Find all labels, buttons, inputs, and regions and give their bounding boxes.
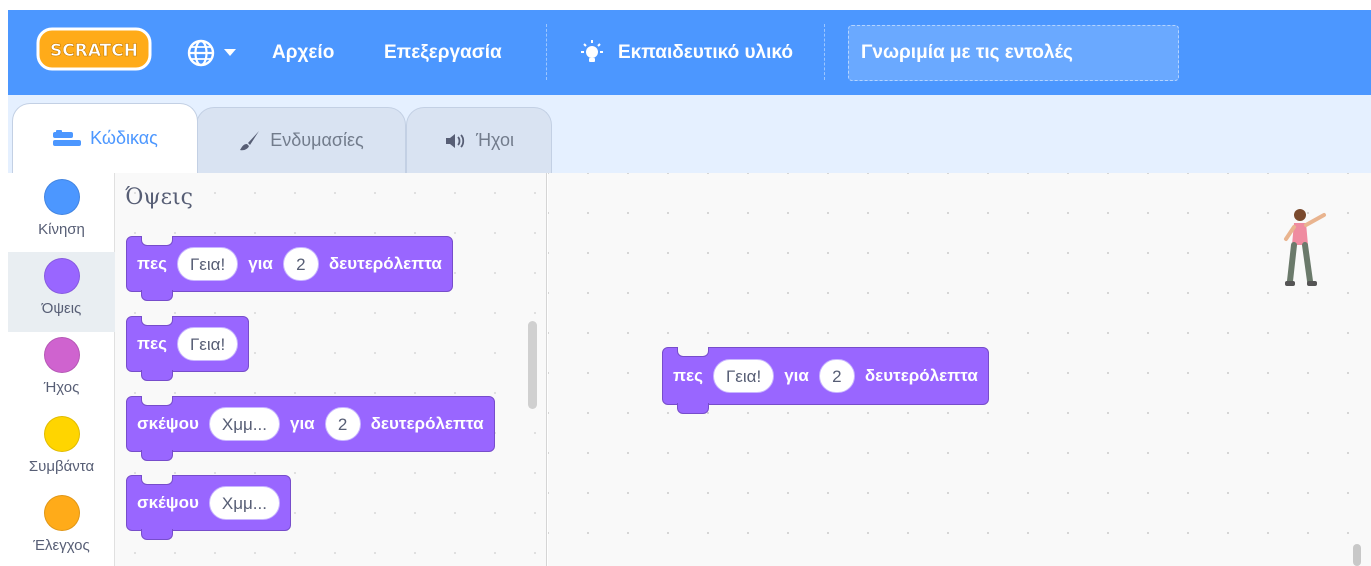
scratch-logo-icon: SCRATCH [36, 27, 152, 71]
scratch-logo[interactable]: SCRATCH [36, 25, 152, 73]
category-motion[interactable]: Κίνηση [8, 173, 115, 253]
category-looks[interactable]: Όψεις [8, 252, 115, 332]
svg-text:SCRATCH: SCRATCH [50, 41, 138, 61]
block-keyword: πες [137, 334, 167, 353]
file-menu-label: Αρχείο [272, 41, 335, 63]
think-block[interactable]: σκέψου Χμμ... [126, 475, 291, 540]
block-keyword: για [784, 366, 809, 385]
file-menu[interactable]: Αρχείο [272, 10, 334, 95]
menu-bar: SCRATCH Αρχείο Επεξεργασία Εκπαιδευτικό … [8, 10, 1371, 95]
block-palette: Όψεις πες Γεια! για 2 δευτερόλεπτα πες Γ… [115, 173, 547, 566]
category-dot-icon [43, 179, 80, 215]
category-sound[interactable]: Ήχος [8, 331, 115, 411]
category-dot-icon [43, 416, 80, 452]
script-area-scrollbar[interactable] [1353, 544, 1361, 566]
tab-costumes-label: Ενδυμασίες [270, 130, 364, 150]
tab-sounds[interactable]: Ήχοι [406, 107, 552, 173]
category-menu: Κίνηση Όψεις Ήχος Συμβάντα Έλεγχος [8, 173, 115, 566]
category-events[interactable]: Συμβάντα [8, 410, 115, 490]
edit-menu-label: Επεξεργασία [384, 41, 502, 63]
tab-code-label: Κώδικας [90, 128, 158, 148]
block-keyword: σκέψου [137, 493, 199, 512]
category-label: Κίνηση [38, 221, 85, 238]
message-input[interactable]: Χμμ... [208, 486, 280, 520]
palette-section-title: Όψεις [125, 185, 193, 210]
lightbulb-icon [581, 39, 603, 62]
block-keyword: δευτερόλεπτα [328, 254, 442, 273]
language-menu[interactable] [186, 10, 236, 95]
seconds-input[interactable]: 2 [324, 407, 361, 441]
category-dot-icon [43, 495, 80, 531]
editor-tabs: Κώδικας Ενδυμασίες Ήχοι [8, 95, 1371, 173]
message-input[interactable]: Χμμ... [208, 407, 280, 441]
speaker-icon [444, 131, 468, 151]
category-dot-icon [43, 258, 80, 294]
message-input[interactable]: Γεια! [176, 247, 239, 281]
say-for-secs-block[interactable]: πες Γεια! για 2 δευτερόλεπτα [126, 236, 453, 301]
tab-code[interactable]: Κώδικας [12, 103, 198, 173]
project-title-text: Γνωριμία με τις εντολές [861, 42, 1073, 63]
say-block[interactable]: πες Γεια! [126, 316, 250, 381]
category-dot-icon [43, 337, 80, 373]
chevron-down-icon [224, 49, 236, 56]
block-keyword: δευτερόλεπτα [864, 366, 978, 385]
block-keyword: πες [137, 254, 167, 273]
globe-icon [187, 39, 215, 66]
block-keyword: πες [673, 366, 703, 385]
sprite-thumbnail-icon [1284, 209, 1326, 286]
code-icon [52, 129, 82, 149]
category-label: Έλεγχος [33, 537, 90, 554]
block-keyword: δευτερόλεπτα [370, 414, 484, 433]
category-label: Ήχος [43, 379, 80, 396]
block-keyword: για [289, 414, 315, 433]
script-area[interactable]: πες Γεια! για 2 δευτερόλεπτα [548, 173, 1371, 566]
tutorials-button[interactable]: Εκπαιδευτικό υλικό [578, 10, 793, 95]
paintbrush-icon [238, 129, 262, 153]
say-for-secs-block[interactable]: πες Γεια! για 2 δευτερόλεπτα [662, 347, 989, 414]
menu-divider [546, 24, 547, 80]
think-for-secs-block[interactable]: σκέψου Χμμ... για 2 δευτερόλεπτα [126, 396, 495, 461]
palette-scrollbar[interactable] [528, 321, 537, 409]
category-label: Συμβάντα [28, 458, 95, 475]
menu-divider [824, 24, 825, 80]
block-keyword: σκέψου [137, 414, 199, 433]
seconds-input[interactable]: 2 [818, 359, 855, 393]
project-title-input[interactable]: Γνωριμία με τις εντολές [848, 25, 1179, 81]
tutorials-label: Εκπαιδευτικό υλικό [618, 41, 793, 63]
message-input[interactable]: Γεια! [176, 327, 239, 361]
tab-sounds-label: Ήχοι [475, 130, 515, 150]
block-keyword: για [248, 254, 273, 273]
category-label: Όψεις [41, 300, 82, 317]
message-input[interactable]: Γεια! [712, 359, 775, 393]
edit-menu[interactable]: Επεξεργασία [384, 10, 502, 95]
category-control[interactable]: Έλεγχος [8, 489, 115, 566]
seconds-input[interactable]: 2 [282, 247, 319, 281]
tab-costumes[interactable]: Ενδυμασίες [196, 107, 406, 173]
